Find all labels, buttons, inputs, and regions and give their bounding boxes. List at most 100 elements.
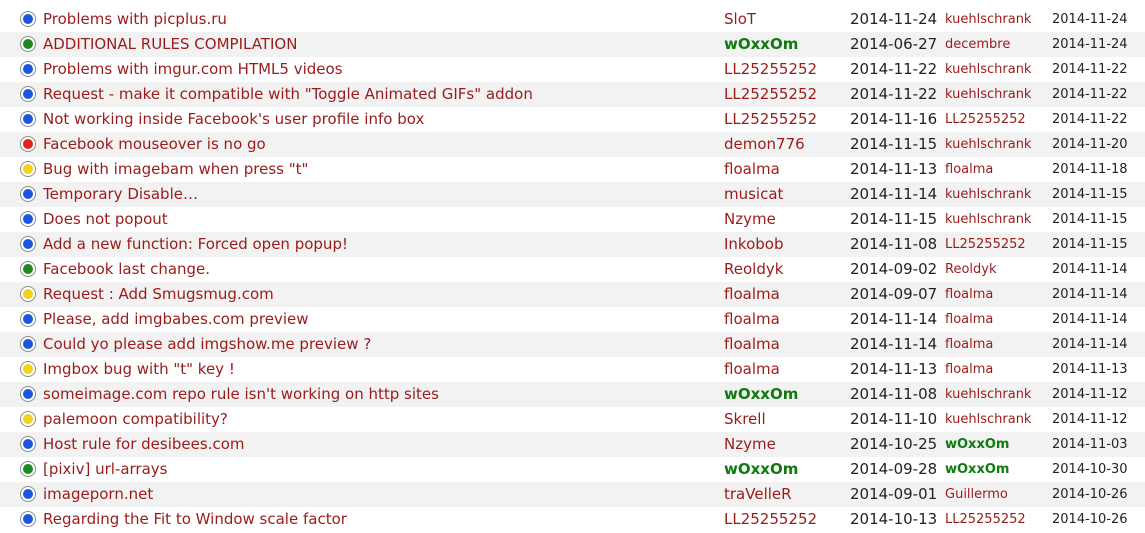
discussion-title-link[interactable]: Request : Add Smugsmug.com [43,285,274,303]
discussion-row: Request - make it compatible with "Toggl… [0,82,1145,107]
author-link[interactable]: Nzyme [724,210,776,228]
created-date: 2014-11-14 [850,335,938,353]
discussion-row: Does not popout Nzyme 2014-11-15 kuehlsc… [0,207,1145,232]
discussion-title-link[interactable]: [pixiv] url-arrays [43,460,167,478]
author-link[interactable]: floalma [724,285,780,303]
discussion-title-link[interactable]: Regarding the Fit to Window scale factor [43,510,347,528]
author-link[interactable]: traVelleR [724,485,792,503]
discussion-title-link[interactable]: Please, add imgbabes.com preview [43,310,309,328]
discussion-row: Bug with imagebam when press "t" floalma… [0,157,1145,182]
discussion-row: Facebook last change. Reoldyk 2014-09-02… [0,257,1145,282]
status-dot-icon [21,212,35,226]
discussion-title-link[interactable]: someimage.com repo rule isn't working on… [43,385,439,403]
status-dot-icon [21,112,35,126]
author-link[interactable]: musicat [724,185,783,203]
last-poster-link[interactable]: wOxxOm [945,437,1009,452]
discussion-title-link[interactable]: Problems with imgur.com HTML5 videos [43,60,343,78]
last-poster-link[interactable]: kuehlschrank [945,212,1031,227]
last-post-date: 2014-11-24 [1052,12,1128,27]
last-post-date: 2014-10-26 [1052,487,1128,502]
author-link[interactable]: Inkobob [724,235,783,253]
last-poster-link[interactable]: kuehlschrank [945,62,1031,77]
last-poster-link[interactable]: floalma [945,287,993,302]
created-date: 2014-09-02 [850,260,938,278]
author-link[interactable]: floalma [724,335,780,353]
last-poster-link[interactable]: LL25255252 [945,237,1026,252]
discussion-row: palemoon compatibility? Skrell 2014-11-1… [0,407,1145,432]
discussion-title-link[interactable]: palemoon compatibility? [43,410,228,428]
discussion-row: imageporn.net traVelleR 2014-09-01 Guill… [0,482,1145,507]
last-post-date: 2014-11-22 [1052,112,1128,127]
status-dot-icon [21,287,35,301]
author-link[interactable]: Nzyme [724,435,776,453]
author-link[interactable]: SloT [724,10,756,28]
author-link[interactable]: wOxxOm [724,385,798,403]
last-poster-link[interactable]: kuehlschrank [945,412,1031,427]
author-link[interactable]: Reoldyk [724,260,783,278]
last-post-date: 2014-11-15 [1052,212,1128,227]
author-link[interactable]: wOxxOm [724,35,798,53]
discussion-row: someimage.com repo rule isn't working on… [0,382,1145,407]
created-date: 2014-06-27 [850,35,938,53]
last-poster-link[interactable]: LL25255252 [945,112,1026,127]
author-link[interactable]: floalma [724,310,780,328]
last-poster-link[interactable]: kuehlschrank [945,187,1031,202]
author-link[interactable]: floalma [724,160,780,178]
discussion-title-link[interactable]: Could yo please add imgshow.me preview ? [43,335,371,353]
last-poster-link[interactable]: floalma [945,312,993,327]
discussion-title-link[interactable]: Does not popout [43,210,168,228]
discussion-title-link[interactable]: imageporn.net [43,485,153,503]
author-link[interactable]: LL25255252 [724,85,817,103]
discussion-title-link[interactable]: Facebook last change. [43,260,210,278]
last-poster-link[interactable]: kuehlschrank [945,87,1031,102]
discussion-title-link[interactable]: Facebook mouseover is no go [43,135,266,153]
discussion-title-link[interactable]: Add a new function: Forced open popup! [43,235,348,253]
discussion-title-link[interactable]: Not working inside Facebook's user profi… [43,110,424,128]
author-link[interactable]: LL25255252 [724,110,817,128]
status-dot-icon [21,462,35,476]
last-poster-link[interactable]: wOxxOm [945,462,1009,477]
last-post-date: 2014-10-30 [1052,462,1128,477]
status-dot-icon [21,437,35,451]
last-poster-link[interactable]: kuehlschrank [945,137,1031,152]
discussion-list: Problems with picplus.ru SloT 2014-11-24… [0,7,1145,532]
discussion-title-link[interactable]: Problems with picplus.ru [43,10,227,28]
discussion-title-link[interactable]: Imgbox bug with "t" key ! [43,360,235,378]
last-poster-link[interactable]: floalma [945,162,993,177]
last-post-date: 2014-11-18 [1052,162,1128,177]
last-poster-link[interactable]: decembre [945,37,1010,52]
status-dot-icon [21,262,35,276]
discussion-title-link[interactable]: ADDITIONAL RULES COMPILATION [43,35,297,53]
discussion-title-link[interactable]: Bug with imagebam when press "t" [43,160,308,178]
status-dot-icon [21,37,35,51]
author-link[interactable]: demon776 [724,135,805,153]
status-dot-icon [21,12,35,26]
last-post-date: 2014-11-12 [1052,412,1128,427]
discussion-row: Imgbox bug with "t" key ! floalma 2014-1… [0,357,1145,382]
last-poster-link[interactable]: LL25255252 [945,512,1026,527]
author-link[interactable]: wOxxOm [724,460,798,478]
last-poster-link[interactable]: Guillermo [945,487,1008,502]
discussion-row: Add a new function: Forced open popup! I… [0,232,1145,257]
last-poster-link[interactable]: floalma [945,362,993,377]
discussion-title-link[interactable]: Request - make it compatible with "Toggl… [43,85,533,103]
discussion-row: Host rule for desibees.com Nzyme 2014-10… [0,432,1145,457]
author-link[interactable]: LL25255252 [724,510,817,528]
last-post-date: 2014-11-14 [1052,287,1128,302]
created-date: 2014-09-28 [850,460,938,478]
created-date: 2014-11-14 [850,310,938,328]
author-link[interactable]: Skrell [724,410,766,428]
author-link[interactable]: floalma [724,360,780,378]
last-poster-link[interactable]: Reoldyk [945,262,997,277]
discussion-title-link[interactable]: Temporary Disable… [43,185,198,203]
last-poster-link[interactable]: kuehlschrank [945,387,1031,402]
discussion-row: Problems with picplus.ru SloT 2014-11-24… [0,7,1145,32]
last-poster-link[interactable]: floalma [945,337,993,352]
discussion-title-link[interactable]: Host rule for desibees.com [43,435,244,453]
author-link[interactable]: LL25255252 [724,60,817,78]
last-post-date: 2014-11-15 [1052,237,1128,252]
last-poster-link[interactable]: kuehlschrank [945,12,1031,27]
status-dot-icon [21,337,35,351]
discussion-row: [pixiv] url-arrays wOxxOm 2014-09-28 wOx… [0,457,1145,482]
created-date: 2014-11-22 [850,85,938,103]
